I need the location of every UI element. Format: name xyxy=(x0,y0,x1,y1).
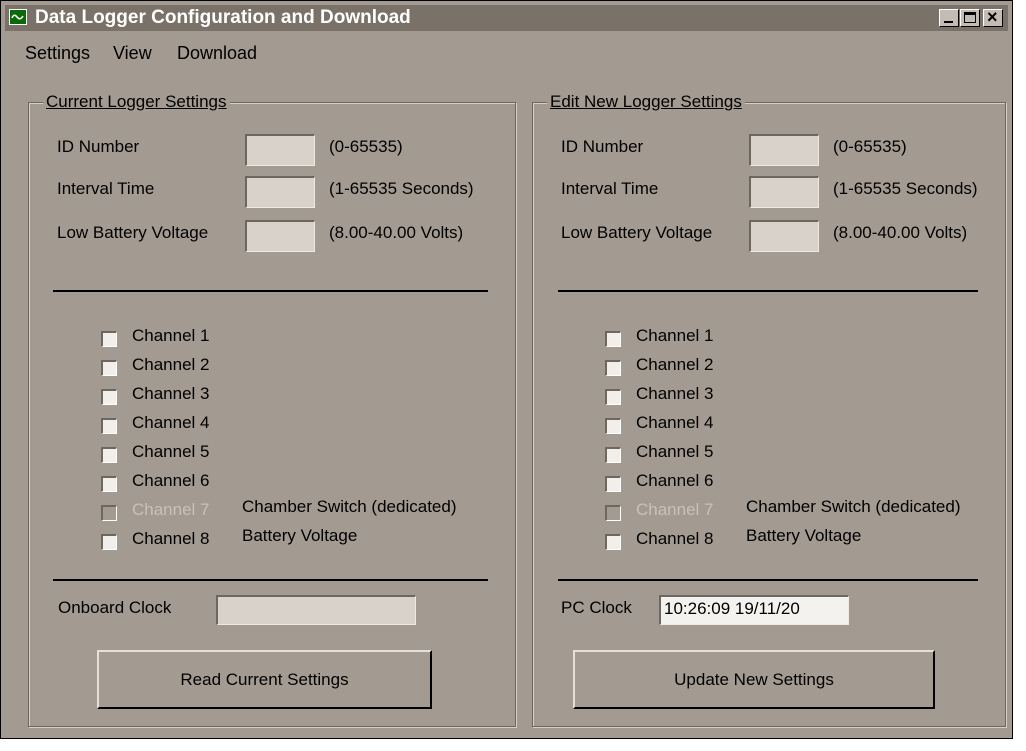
interval-time-range: (1-65535 Seconds) xyxy=(833,179,978,198)
channel-8-label: Channel 8 xyxy=(132,529,210,548)
channel-7-label: Channel 7 xyxy=(132,500,210,519)
interval-time-label: Interval Time xyxy=(57,179,155,198)
channel-8-label: Channel 8 xyxy=(636,529,714,548)
id-number-label: ID Number xyxy=(561,137,644,156)
channel-7-note: Chamber Switch (dedicated) xyxy=(746,497,961,516)
channel-2-checkbox[interactable] xyxy=(605,360,621,376)
minimize-button[interactable] xyxy=(939,9,959,27)
channel-1-checkbox[interactable] xyxy=(605,331,621,347)
channel-7-checkbox xyxy=(101,505,117,521)
channel-3-label: Channel 3 xyxy=(132,384,210,403)
id-number-range: (0-65535) xyxy=(329,137,403,156)
low-battery-voltage-input[interactable] xyxy=(245,220,315,252)
window-title: Data Logger Configuration and Download xyxy=(35,7,411,28)
app-window: Data Logger Configuration and Download ×… xyxy=(0,0,1013,739)
menu-download[interactable]: Download xyxy=(177,43,257,64)
channel-4-checkbox[interactable] xyxy=(101,418,117,434)
read-current-settings-button[interactable]: Read Current Settings xyxy=(97,650,432,709)
interval-time-label: Interval Time xyxy=(561,179,659,198)
channel-2-label: Channel 2 xyxy=(636,355,714,374)
low-battery-voltage-input[interactable] xyxy=(749,220,819,252)
channel-6-label: Channel 6 xyxy=(636,471,714,490)
maximize-icon xyxy=(964,12,976,23)
interval-time-input[interactable] xyxy=(245,176,315,208)
channel-7-label: Channel 7 xyxy=(636,500,714,519)
channel-3-checkbox[interactable] xyxy=(101,389,117,405)
channel-3-checkbox[interactable] xyxy=(605,389,621,405)
divider xyxy=(53,290,488,292)
id-number-input[interactable] xyxy=(245,134,315,166)
channel-6-label: Channel 6 xyxy=(132,471,210,490)
channel-5-label: Channel 5 xyxy=(132,442,210,461)
pc-clock-label: PC Clock xyxy=(561,598,632,617)
update-new-settings-button[interactable]: Update New Settings xyxy=(573,650,935,709)
low-battery-voltage-range: (8.00-40.00 Volts) xyxy=(833,223,968,242)
app-icon[interactable] xyxy=(9,9,27,25)
channel-8-checkbox[interactable] xyxy=(605,534,621,550)
close-button[interactable]: × xyxy=(983,7,1003,27)
maximize-button[interactable] xyxy=(960,9,980,27)
channel-8-checkbox[interactable] xyxy=(101,534,117,550)
divider xyxy=(558,290,978,292)
menu-view[interactable]: View xyxy=(113,43,152,64)
channel-5-label: Channel 5 xyxy=(636,442,714,461)
low-battery-voltage-label: Low Battery Voltage xyxy=(57,223,209,242)
channel-5-checkbox[interactable] xyxy=(605,447,621,463)
minimize-icon xyxy=(944,21,953,23)
low-battery-voltage-label: Low Battery Voltage xyxy=(561,223,713,242)
channel-8-note: Battery Voltage xyxy=(746,526,862,545)
interval-time-input[interactable] xyxy=(749,176,819,208)
channel-4-label: Channel 4 xyxy=(132,413,210,432)
onboard-clock-label: Onboard Clock xyxy=(58,598,172,617)
channel-5-checkbox[interactable] xyxy=(101,447,117,463)
channel-1-checkbox[interactable] xyxy=(101,331,117,347)
divider xyxy=(558,579,978,581)
low-battery-voltage-range: (8.00-40.00 Volts) xyxy=(329,223,464,242)
menu-settings[interactable]: Settings xyxy=(25,43,90,64)
id-number-range: (0-65535) xyxy=(833,137,907,156)
interval-time-range: (1-65535 Seconds) xyxy=(329,179,474,198)
channel-3-label: Channel 3 xyxy=(636,384,714,403)
channel-6-checkbox[interactable] xyxy=(605,476,621,492)
channel-1-label: Channel 1 xyxy=(132,326,210,345)
current-settings-title: Current Logger Settings xyxy=(43,92,230,112)
channel-8-note: Battery Voltage xyxy=(242,526,358,545)
new-settings-title: Edit New Logger Settings xyxy=(547,92,745,112)
channel-1-label: Channel 1 xyxy=(636,326,714,345)
divider xyxy=(53,579,488,581)
channel-7-note: Chamber Switch (dedicated) xyxy=(242,497,457,516)
onboard-clock-field xyxy=(216,595,416,625)
title-bar[interactable]: Data Logger Configuration and Download × xyxy=(5,5,1008,31)
channel-4-label: Channel 4 xyxy=(636,413,714,432)
channel-4-checkbox[interactable] xyxy=(605,418,621,434)
channel-2-checkbox[interactable] xyxy=(101,360,117,376)
channel-6-checkbox[interactable] xyxy=(101,476,117,492)
id-number-input[interactable] xyxy=(749,134,819,166)
channel-2-label: Channel 2 xyxy=(132,355,210,374)
channel-7-checkbox xyxy=(605,505,621,521)
id-number-label: ID Number xyxy=(57,137,140,156)
close-icon: × xyxy=(987,7,998,27)
pc-clock-field: 10:26:09 19/11/20 xyxy=(659,595,849,625)
